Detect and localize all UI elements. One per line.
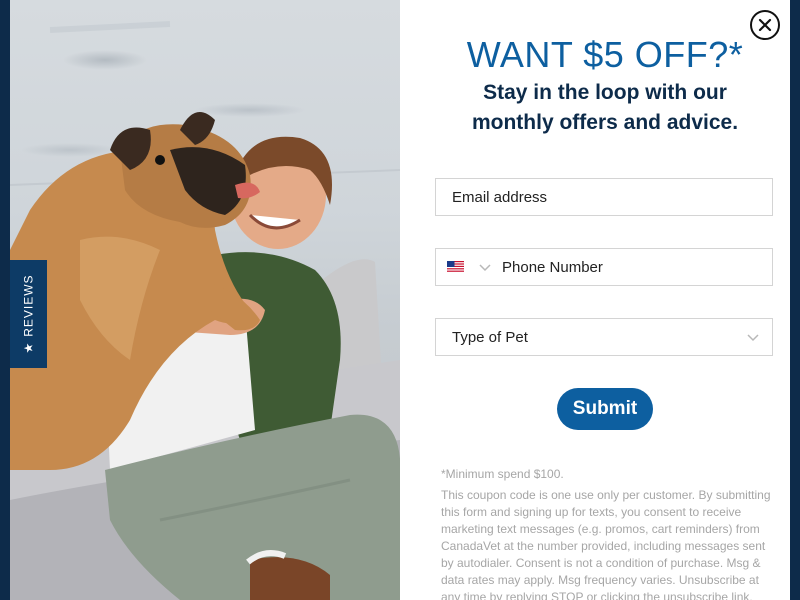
phone-placeholder: Phone Number [502,258,603,276]
signup-popup: WANT $5 OFF?* Stay in the loop with our … [10,0,790,600]
man-hugging-dog-illustration [10,21,400,600]
subheadline-line-1: Stay in the loop with our [483,81,727,104]
hero-photo [10,0,400,600]
chevron-down-icon[interactable] [478,262,492,272]
email-placeholder: Email address [452,188,548,206]
phone-field[interactable]: Phone Number [435,248,773,286]
disclaimer: *Minimum spend $100. This coupon code is… [441,466,771,600]
submit-button[interactable]: Submit [557,388,653,430]
pet-type-select[interactable]: Type of Pet [435,318,773,356]
minimum-spend-note: *Minimum spend $100. [441,467,564,481]
pet-type-placeholder: Type of Pet [452,328,528,346]
us-flag-icon[interactable] [447,261,464,273]
offer-subheadline: Stay in the loop with our monthly offers… [410,78,790,138]
chevron-down-icon [747,334,759,342]
reviews-tab[interactable]: ★ REVIEWS [10,260,47,368]
offer-headline: WANT $5 OFF?* [466,34,744,75]
subheadline-line-2: monthly offers and advice. [471,111,739,134]
terms-text: This coupon code is one use only per cus… [441,488,771,600]
email-field[interactable]: Email address [435,178,773,216]
close-icon [758,18,772,32]
reviews-tab-label: REVIEWS [21,274,36,337]
star-icon: ★ [21,341,36,354]
